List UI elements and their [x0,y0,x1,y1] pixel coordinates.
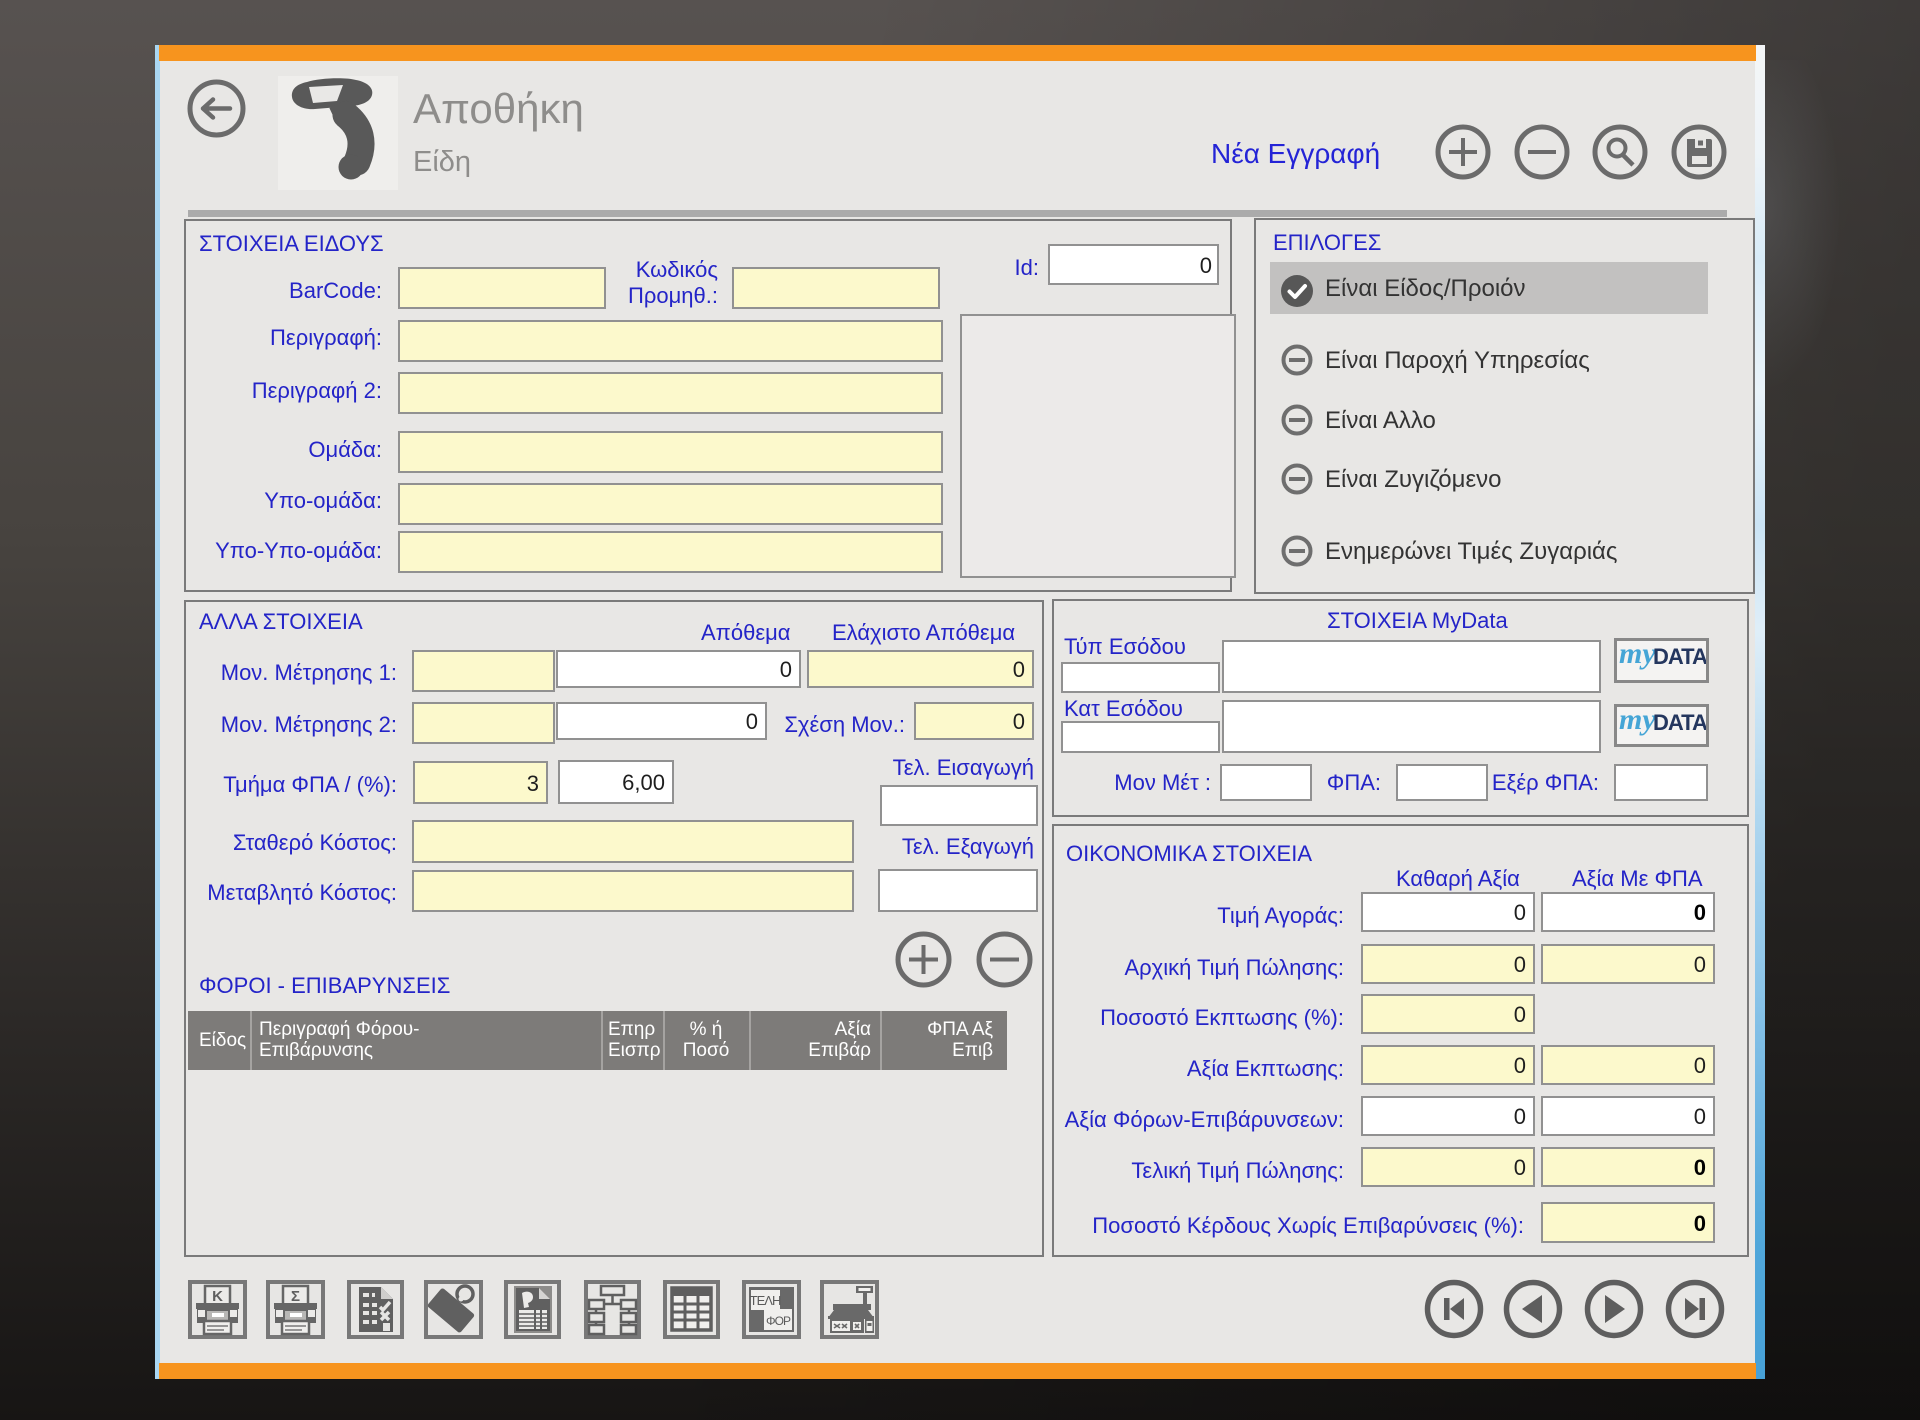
svg-text:ΦΟΡ: ΦΟΡ [766,1314,791,1328]
svg-text:K: K [212,1288,223,1305]
svg-text:ΤΕΛΗ: ΤΕΛΗ [750,1293,781,1308]
svg-text:Σ: Σ [291,1288,300,1305]
